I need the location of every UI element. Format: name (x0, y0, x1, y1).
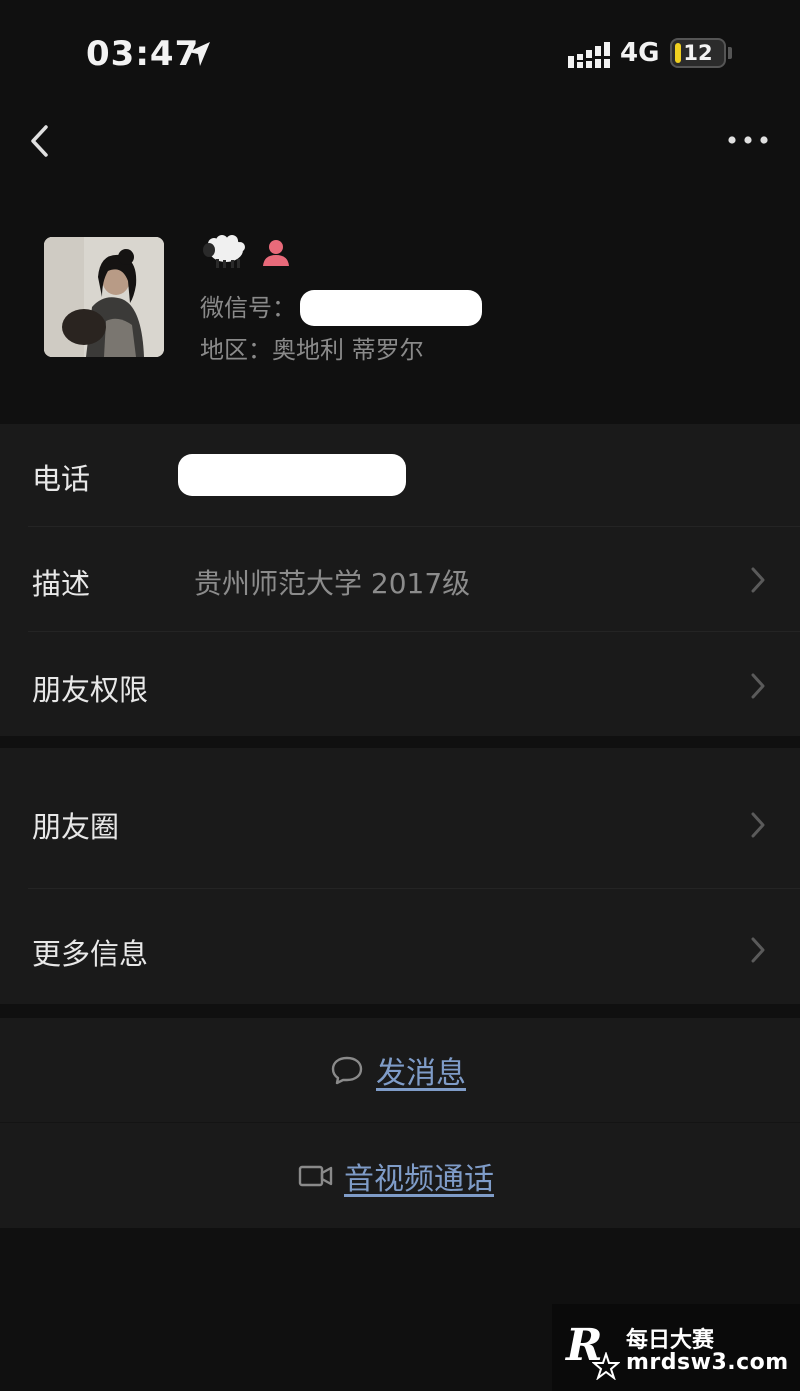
wechat-id-label: 微信号： (200, 294, 296, 322)
phone-row[interactable]: 电话 (0, 424, 800, 526)
video-camera-icon (298, 1165, 333, 1187)
friend-permissions-label: 朋友权限 (32, 673, 149, 707)
description-label: 描述 (32, 567, 91, 601)
more-info-row[interactable]: 更多信息 (0, 889, 800, 1004)
watermark-url: mrdsw3.com (626, 1350, 789, 1375)
battery-nub (728, 47, 732, 59)
chevron-right-icon (751, 673, 765, 699)
chevron-right-icon (751, 937, 765, 963)
star-icon (592, 1352, 620, 1380)
watermark: R 每日大赛 mrdsw3.com (552, 1304, 800, 1391)
status-bar: 03:47 4G 12 (0, 0, 800, 108)
signal-bars-icon (568, 42, 610, 68)
chevron-right-icon (751, 812, 765, 838)
more-info-label: 更多信息 (32, 937, 149, 971)
send-message-label: 发消息 (376, 1056, 466, 1091)
video-call-content: 音视频通话 (298, 1154, 494, 1198)
phone-label: 电话 (32, 462, 91, 496)
send-message-button[interactable]: 发消息 (0, 1018, 800, 1118)
more-section: 朋友圈 更多信息 (0, 748, 800, 1004)
region-info: 地区：奥地利 蒂罗尔 (200, 336, 424, 364)
more-dots-icon[interactable] (726, 128, 770, 152)
chevron-right-icon (751, 567, 765, 593)
avatar-photo (44, 237, 164, 357)
contact-profile-page: 03:47 4G 12 微信号： 地区：奥地利 蒂罗尔 电话 描述 贵州师范大学… (0, 0, 800, 1391)
redacted-wechat-id (300, 290, 482, 326)
chevron-left-icon[interactable] (26, 118, 56, 164)
message-bubble-icon (331, 1056, 363, 1085)
sheep-icon (203, 235, 245, 268)
clock: 03:47 (86, 34, 200, 74)
moments-label: 朋友圈 (32, 810, 120, 844)
redacted-phone-number (178, 454, 406, 496)
female-icon (263, 240, 289, 266)
send-message-content: 发消息 (330, 1048, 466, 1092)
location-arrow-icon (188, 42, 210, 66)
avatar[interactable] (44, 237, 164, 357)
video-call-button[interactable]: 音视频通话 (0, 1124, 800, 1224)
video-call-label: 音视频通话 (344, 1162, 494, 1197)
actions-section: 发消息 音视频通话 (0, 1018, 800, 1228)
info-section: 电话 描述 贵州师范大学 2017级 朋友权限 (0, 424, 800, 736)
description-row[interactable]: 描述 贵州师范大学 2017级 (0, 527, 800, 631)
network-type: 4G (620, 38, 660, 68)
battery-percent: 12 (683, 41, 713, 65)
friend-permissions-row[interactable]: 朋友权限 (0, 632, 800, 736)
divider (0, 1122, 800, 1123)
moments-row[interactable]: 朋友圈 (0, 748, 800, 888)
battery-icon: 12 (670, 38, 726, 68)
description-value: 贵州师范大学 2017级 (194, 567, 471, 600)
